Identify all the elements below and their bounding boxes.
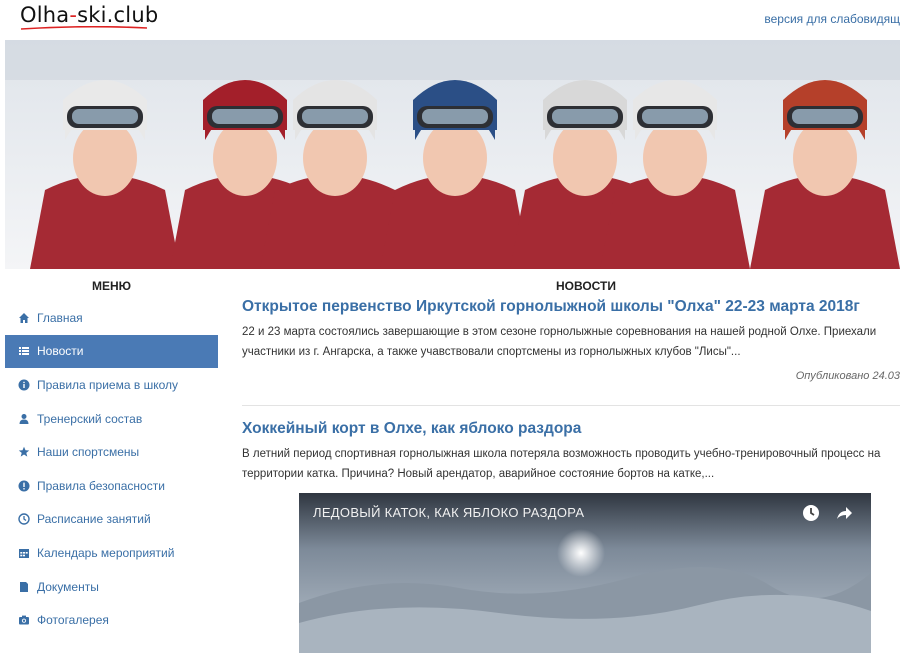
menu-item-label: Фотогалерея bbox=[37, 613, 109, 628]
menu-item-2[interactable]: Новости bbox=[5, 334, 218, 369]
list-icon bbox=[18, 345, 30, 357]
child-face bbox=[553, 120, 617, 196]
video-title: ЛЕДОВЫЙ КАТОК, КАК ЯБЛОКО РАЗДОРА bbox=[313, 505, 585, 520]
camera-icon bbox=[18, 614, 30, 626]
menu-item-label: Наши спортсмены bbox=[37, 445, 140, 460]
goggles-lens bbox=[302, 109, 368, 124]
child-face bbox=[303, 120, 367, 196]
article-2-title[interactable]: Хоккейный корт в Олхе, как яблоко раздор… bbox=[242, 420, 900, 438]
article-2-text: В летний период спортивная горнолыжная ш… bbox=[242, 448, 881, 480]
news-heading: НОВОСТИ bbox=[555, 279, 617, 293]
menu-item-label: Главная bbox=[37, 310, 83, 325]
home-icon bbox=[18, 312, 30, 324]
goggles-lens bbox=[422, 109, 488, 124]
clock-icon[interactable] bbox=[801, 503, 821, 523]
goggles-lens bbox=[642, 109, 708, 124]
logo-underline-swoosh bbox=[20, 26, 148, 30]
article-1-title[interactable]: Открытое первенство Иркутской горнолыжно… bbox=[242, 298, 900, 316]
clock-icon bbox=[18, 513, 30, 526]
menu-item-7[interactable]: Расписание занятий bbox=[5, 503, 218, 537]
menu-item-1[interactable]: Главная bbox=[5, 301, 218, 335]
site-logo[interactable]: Olha-ski.club bbox=[20, 3, 158, 27]
banner-image bbox=[5, 40, 900, 269]
goggles-lens bbox=[72, 109, 138, 124]
menu-heading: МЕНЮ bbox=[91, 279, 132, 293]
menu-item-10[interactable]: Фотогалерея bbox=[5, 603, 218, 637]
accessibility-version-link[interactable]: версия для слабовидящ bbox=[764, 12, 900, 26]
menu-item-label: Расписание занятий bbox=[37, 512, 151, 527]
menu-item-8[interactable]: Календарь мероприятий bbox=[5, 536, 218, 570]
news-article-2: Хоккейный корт в Олхе, как яблоко раздор… bbox=[242, 420, 900, 484]
menu-item-label: Документы bbox=[37, 579, 99, 594]
menu-item-3[interactable]: Правила приема в школу bbox=[5, 368, 218, 402]
logo-text-left: Olha bbox=[20, 3, 70, 27]
goggles-lens bbox=[792, 109, 858, 124]
article-divider bbox=[242, 405, 900, 406]
menu-item-4[interactable]: Тренерский состав bbox=[5, 402, 218, 436]
hero-banner-photo bbox=[5, 40, 900, 269]
goggles-lens bbox=[552, 109, 618, 124]
alert-icon bbox=[18, 480, 30, 492]
child-face bbox=[423, 120, 487, 196]
user-icon bbox=[18, 413, 30, 425]
child-face bbox=[213, 120, 277, 196]
info-icon bbox=[18, 379, 30, 391]
menu-item-6[interactable]: Правила безопасности bbox=[5, 469, 218, 503]
news-article-1: Открытое первенство Иркутской горнолыжно… bbox=[242, 298, 900, 382]
document-icon bbox=[18, 581, 30, 593]
video-player[interactable]: ЛЕДОВЫЙ КАТОК, КАК ЯБЛОКО РАЗДОРА bbox=[299, 493, 871, 653]
star-icon bbox=[18, 446, 30, 458]
menu-item-label: Правила безопасности bbox=[37, 478, 165, 493]
menu-item-label: Правила приема в школу bbox=[37, 377, 178, 392]
menu-item-label: Тренерский состав bbox=[37, 411, 143, 426]
share-icon[interactable] bbox=[834, 503, 854, 523]
menu-item-9[interactable]: Документы bbox=[5, 570, 218, 604]
calendar-icon bbox=[18, 547, 30, 559]
child-face bbox=[793, 120, 857, 196]
logo-text-right: ski.club bbox=[77, 3, 159, 27]
sidebar-menu: Главная Новости Правила приема в школу Трен… bbox=[5, 301, 218, 637]
menu-item-label: Календарь мероприятий bbox=[37, 545, 175, 560]
child-face bbox=[73, 120, 137, 196]
logo-text-dash: - bbox=[69, 3, 78, 27]
menu-item-label: Новости bbox=[37, 344, 84, 359]
child-face bbox=[643, 120, 707, 196]
article-1-text: 22 и 23 марта состоялись завершающие в э… bbox=[242, 326, 877, 358]
menu-item-5[interactable]: Наши спортсмены bbox=[5, 435, 218, 469]
article-1-published-date: Опубликовано 24.03 bbox=[795, 370, 900, 382]
goggles-lens bbox=[212, 109, 278, 124]
